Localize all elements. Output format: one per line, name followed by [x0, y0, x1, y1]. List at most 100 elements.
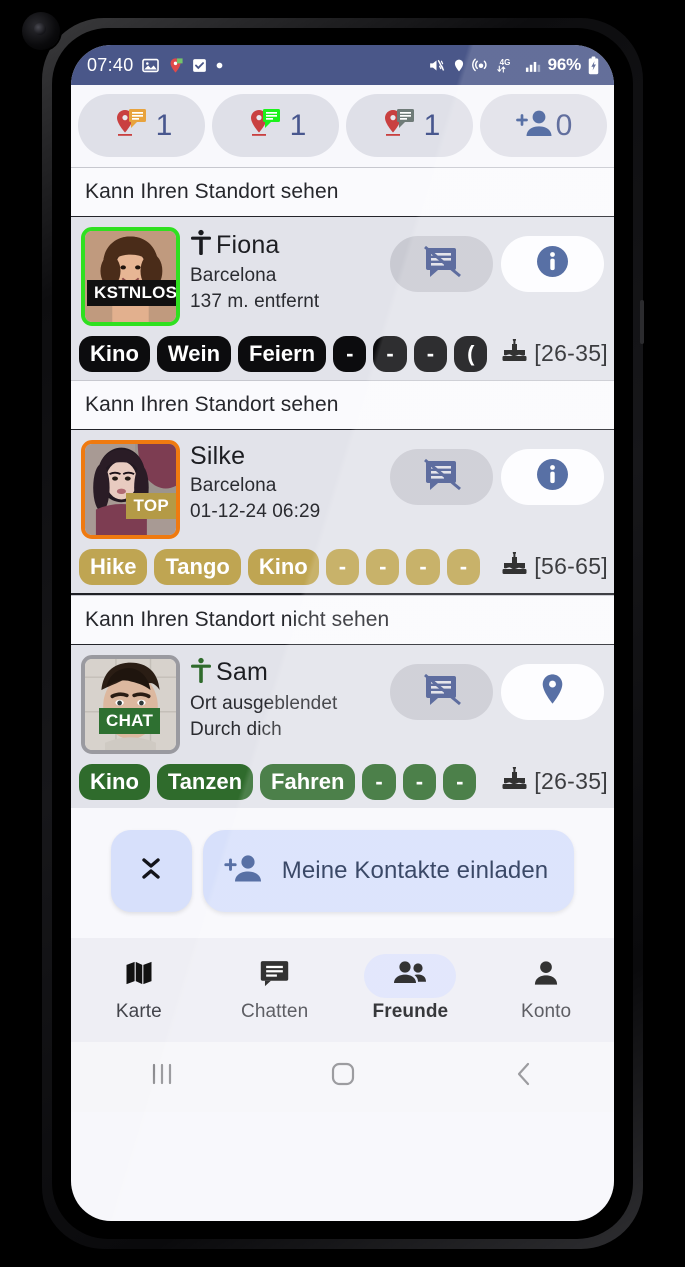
chip[interactable]: - [443, 763, 477, 800]
chip[interactable]: Kino [79, 763, 150, 800]
chip[interactable]: - [406, 548, 440, 585]
collapse-button[interactable] [110, 829, 192, 912]
chip[interactable]: ( [454, 336, 488, 372]
card-main: CHAT Sam Ort ausgeblendet Durch dich [71, 645, 614, 760]
card-info: Fiona Barcelona 137 m. entfernt [180, 227, 390, 313]
age-range: [26-35] [534, 340, 608, 367]
nav-label: Freunde [372, 1000, 449, 1022]
contact-detail: 01-12-24 06:29 [190, 500, 321, 522]
nav-item-freunde[interactable]: Freunde [350, 953, 470, 1023]
pin-orange-chat-counter[interactable]: 1 [78, 94, 205, 157]
home-button[interactable] [298, 1060, 388, 1093]
card-actions [390, 655, 604, 720]
location-icon [452, 57, 466, 74]
info-icon [537, 458, 568, 495]
chip[interactable]: Fahren [260, 763, 356, 800]
invite-contacts-button[interactable]: Meine Kontakte einladen [202, 829, 575, 912]
person-accessibility-icon [190, 229, 212, 261]
contact-name: Silke [190, 441, 246, 470]
chip[interactable]: Tango [154, 548, 241, 585]
card-actions [390, 440, 604, 505]
chips-row: Kino Tanzen Fahren - - - [26-35] [71, 760, 614, 808]
section-header-2: Kann Ihren Standort sehen [71, 379, 614, 430]
chat-disabled-icon [423, 458, 461, 496]
invite-contacts-label: Meine Kontakte einladen [281, 856, 549, 884]
section-header-1: Kann Ihren Standort sehen [71, 167, 614, 217]
info-button[interactable] [501, 448, 604, 505]
chat-bubble-icon [259, 958, 290, 993]
chip[interactable]: Kino [247, 548, 319, 585]
section-header-3: Kann Ihren Standort nicht sehen [71, 594, 614, 645]
nav-item-konto[interactable]: Konto [486, 954, 606, 1023]
add-contact-count: 0 [555, 108, 573, 142]
chip[interactable]: Feiern [238, 336, 327, 372]
contact-card-silke[interactable]: TOP Silke Barcelona 01-12-24 06:29 Hike … [71, 429, 614, 595]
pin-green-chat-counter[interactable]: 1 [212, 94, 339, 157]
chips-row: Kino Wein Feiern - - - ( [26-35] [71, 332, 614, 380]
chips-row: Hike Tango Kino - - - - [56-65] [71, 545, 614, 593]
back-button[interactable] [479, 1060, 569, 1093]
status-bar: 07:40 4G 96% [71, 45, 614, 85]
network-4g-icon: 4G [496, 56, 518, 75]
avatar[interactable]: CHAT [81, 654, 180, 754]
avatar[interactable]: KSTNLOS [81, 227, 180, 326]
info-button[interactable] [501, 236, 604, 292]
recents-button[interactable] [117, 1061, 207, 1092]
mute-icon [427, 57, 446, 74]
nav-label: Konto [521, 1000, 572, 1022]
nav-item-karte[interactable]: Karte [79, 954, 199, 1023]
svg-text:4G: 4G [499, 57, 510, 66]
card-main: KSTNLOS Fiona Barcelona 137 m. entfernt [71, 217, 614, 332]
people-icon [393, 960, 427, 991]
hotspot-icon [471, 56, 490, 74]
avatar-badge: TOP [126, 492, 176, 519]
map-icon [124, 958, 154, 993]
chip[interactable]: Kino [79, 336, 150, 372]
location-button[interactable] [501, 663, 604, 720]
chat-disabled-button[interactable] [390, 663, 493, 720]
nav-item-chatten[interactable]: Chatten [215, 954, 335, 1023]
age-range: [56-65] [534, 553, 608, 580]
pin-grey-chat-count: 1 [423, 108, 441, 142]
age-badge: [26-35] [495, 766, 608, 797]
chip[interactable]: Hike [79, 548, 148, 585]
person-accessibility-icon [190, 657, 212, 689]
avatar-photo-sam [85, 658, 176, 750]
contact-card-fiona[interactable]: KSTNLOS Fiona Barcelona 137 m. entfernt [71, 217, 614, 380]
power-button[interactable] [640, 300, 644, 344]
pin-orange-chat-count: 1 [155, 108, 173, 142]
chat-disabled-button[interactable] [390, 448, 493, 505]
add-contact-counter[interactable]: 0 [480, 94, 607, 157]
chip[interactable]: - [325, 548, 360, 585]
chip[interactable]: - [333, 336, 367, 372]
collapse-chevrons-icon [136, 851, 166, 890]
phone-screen: 07:40 4G 96% 1 1 1 0 Kann Ihren Standort… [71, 45, 614, 1221]
chip[interactable]: - [402, 763, 437, 800]
pin-chat-grey-icon [379, 106, 423, 146]
chip[interactable]: - [446, 548, 481, 585]
chip[interactable]: - [373, 336, 407, 372]
chips-scroll-silke[interactable]: Hike Tango Kino - - - - [79, 548, 488, 585]
card-actions [390, 227, 604, 292]
chip[interactable]: - [362, 763, 396, 800]
info-icon [537, 246, 568, 282]
chip[interactable]: - [413, 336, 448, 372]
birthday-cake-icon [501, 338, 528, 368]
chips-scroll-fiona[interactable]: Kino Wein Feiern - - - ( [79, 336, 488, 372]
avatar[interactable]: TOP [81, 439, 180, 539]
bottom-action-bar: Meine Kontakte einladen [71, 807, 614, 938]
pin-grey-chat-counter[interactable]: 1 [346, 94, 473, 157]
chips-scroll-sam[interactable]: Kino Tanzen Fahren - - - [79, 763, 488, 800]
top-counter-bar: 1 1 1 0 [71, 85, 614, 167]
chip[interactable]: Tanzen [156, 763, 254, 800]
chat-disabled-icon [423, 673, 461, 711]
chat-disabled-button[interactable] [390, 236, 493, 292]
chip[interactable]: Wein [156, 336, 232, 372]
chat-disabled-icon [423, 245, 461, 283]
avatar-photo-silke [85, 443, 176, 535]
signal-bars-icon [524, 57, 542, 74]
home-square-icon [329, 1060, 357, 1093]
chip[interactable]: - [366, 548, 400, 585]
card-info: Sam Ort ausgeblendet Durch dich [180, 655, 390, 741]
contact-card-sam[interactable]: CHAT Sam Ort ausgeblendet Durch dich Kin… [71, 644, 614, 808]
